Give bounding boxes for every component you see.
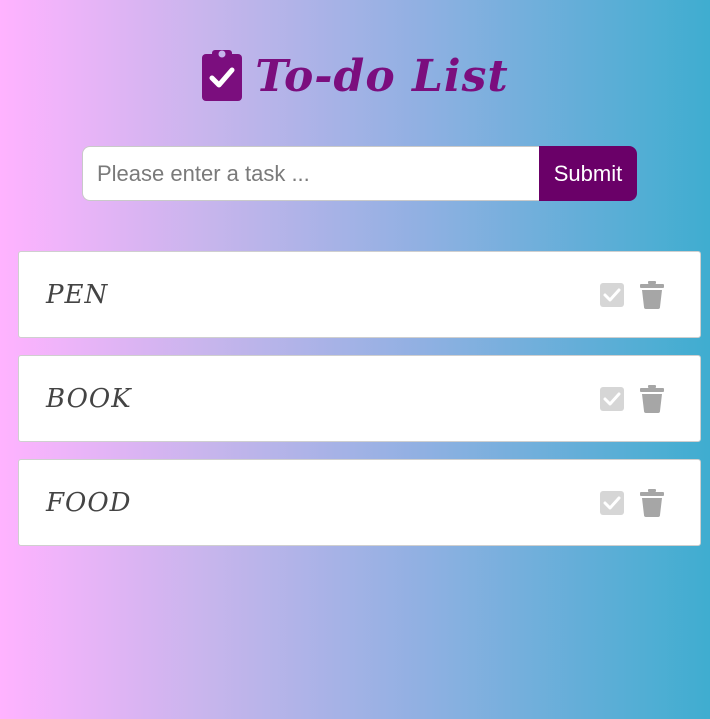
task-input[interactable] <box>82 146 539 201</box>
task-label: PEN <box>46 279 109 310</box>
task-label: BOOK <box>46 383 132 414</box>
task-form: Submit <box>82 146 637 201</box>
checkbox-icon[interactable] <box>599 386 625 412</box>
task-label: FOOD <box>46 487 132 518</box>
trash-icon[interactable] <box>639 488 665 518</box>
clipboard-check-icon <box>201 46 255 107</box>
trash-icon[interactable] <box>639 384 665 414</box>
submit-button[interactable]: Submit <box>539 146 637 201</box>
task-item: PEN <box>18 251 701 338</box>
trash-icon[interactable] <box>639 280 665 310</box>
page-header: To-do List <box>0 46 710 107</box>
checkbox-icon[interactable] <box>599 490 625 516</box>
task-item: BOOK <box>18 355 701 442</box>
checkbox-icon[interactable] <box>599 282 625 308</box>
task-item: FOOD <box>18 459 701 546</box>
page-title: To-do List <box>255 51 509 102</box>
task-list: PEN BOOK FOOD <box>18 251 701 563</box>
